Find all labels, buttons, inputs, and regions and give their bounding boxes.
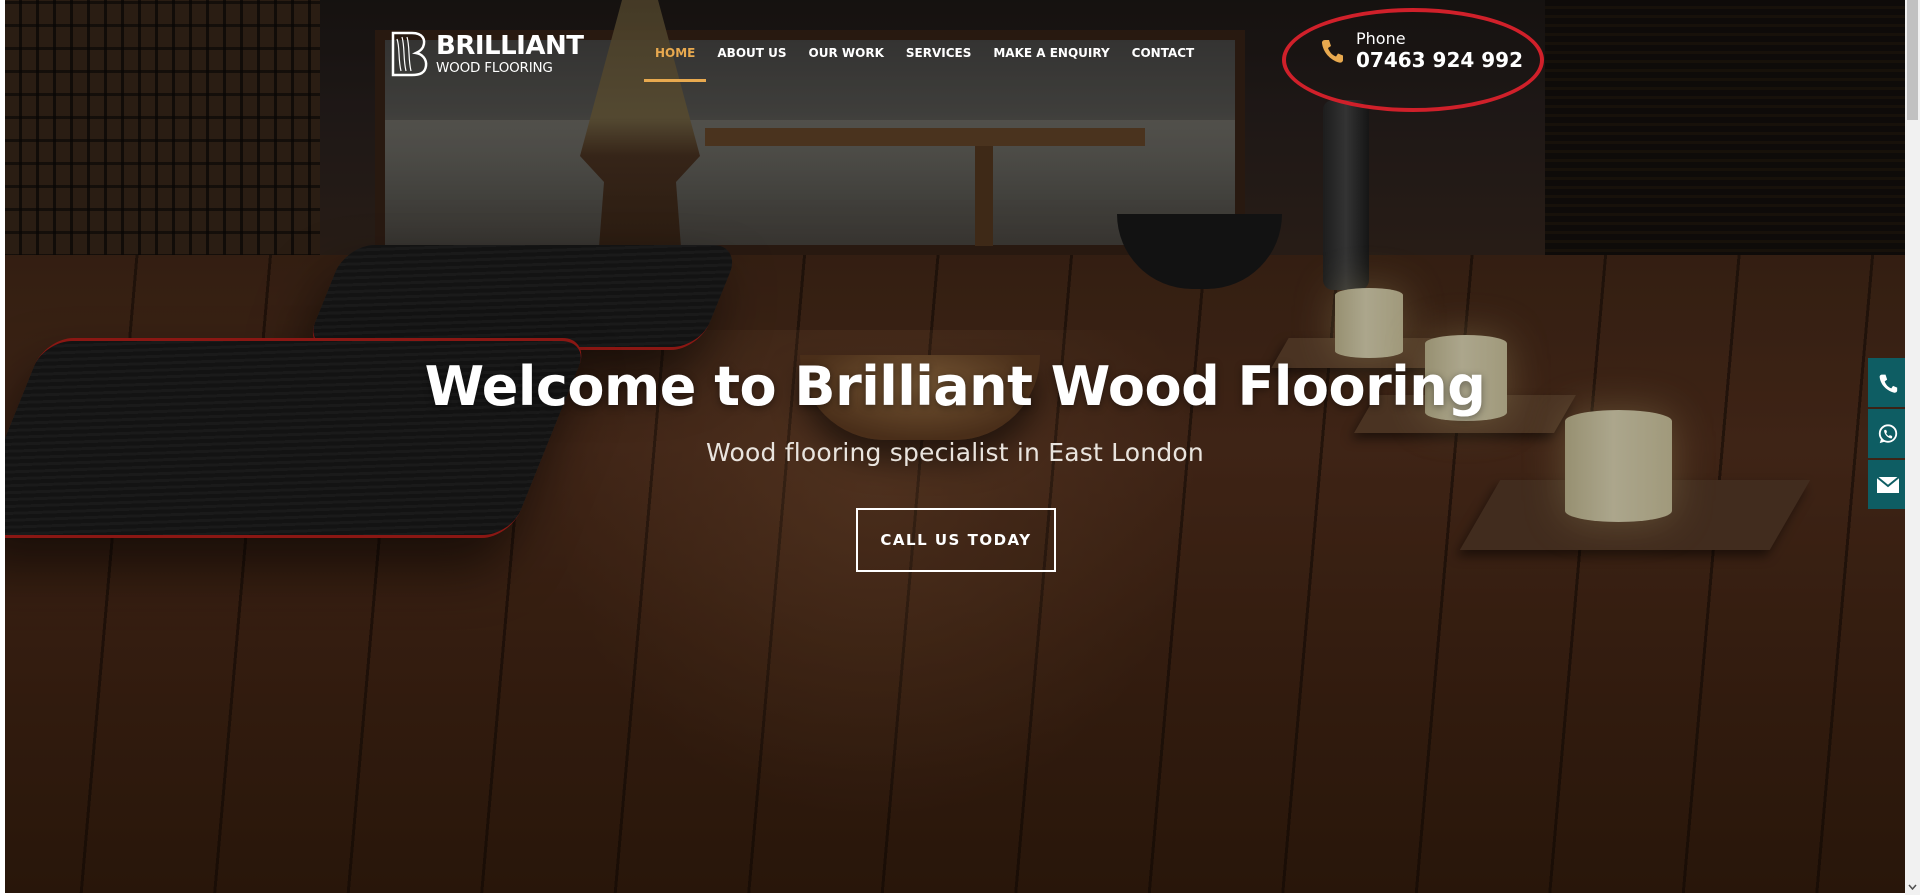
scroll-down-arrow[interactable]	[1905, 878, 1920, 895]
phone-icon	[1879, 374, 1898, 393]
whatsapp-icon	[1878, 423, 1898, 443]
nav-item-about-us[interactable]: ABOUT US	[706, 38, 797, 82]
side-email-button[interactable]	[1868, 460, 1908, 509]
vertical-scrollbar[interactable]	[1905, 0, 1920, 895]
header-phone-link[interactable]: Phone 07463 924 992	[1320, 30, 1523, 72]
call-us-today-button[interactable]: CALL US TODAY	[856, 508, 1056, 572]
nav-item-services[interactable]: SERVICES	[895, 38, 982, 82]
main-nav: HOME ABOUT US OUR WORK SERVICES MAKE A E…	[644, 38, 1205, 82]
phone-text: Phone 07463 924 992	[1356, 30, 1523, 72]
hero-title: Welcome to Brilliant Wood Flooring	[424, 355, 1486, 418]
hero-subtitle: Wood flooring specialist in East London	[706, 438, 1204, 467]
logo-name-bottom: WOOD FLOORING	[436, 59, 553, 76]
site-logo[interactable]: BRILLIANT WOOD FLOORING	[390, 30, 584, 78]
chevron-down-icon	[1908, 884, 1917, 890]
nav-item-our-work[interactable]: OUR WORK	[798, 38, 895, 82]
logo-name-top: BRILLIANT	[436, 30, 584, 61]
logo-wordmark: BRILLIANT WOOD FLOORING	[436, 30, 584, 76]
nav-item-home[interactable]: HOME	[644, 38, 707, 82]
phone-number: 07463 924 992	[1356, 47, 1524, 72]
floating-contact-bar	[1868, 358, 1908, 509]
logo-b-icon	[390, 31, 430, 77]
scrollbar-thumb[interactable]	[1907, 0, 1918, 120]
side-whatsapp-button[interactable]	[1868, 409, 1908, 458]
nav-item-contact[interactable]: CONTACT	[1121, 38, 1206, 82]
envelope-icon	[1876, 475, 1900, 493]
browser-viewport: BRILLIANT WOOD FLOORING HOME ABOUT US OU…	[0, 0, 1920, 895]
hero-section: BRILLIANT WOOD FLOORING HOME ABOUT US OU…	[5, 0, 1905, 893]
phone-icon	[1320, 38, 1344, 64]
phone-label: Phone	[1356, 29, 1406, 48]
side-phone-button[interactable]	[1868, 358, 1908, 407]
nav-item-make-a-enquiry[interactable]: MAKE A ENQUIRY	[982, 38, 1120, 82]
